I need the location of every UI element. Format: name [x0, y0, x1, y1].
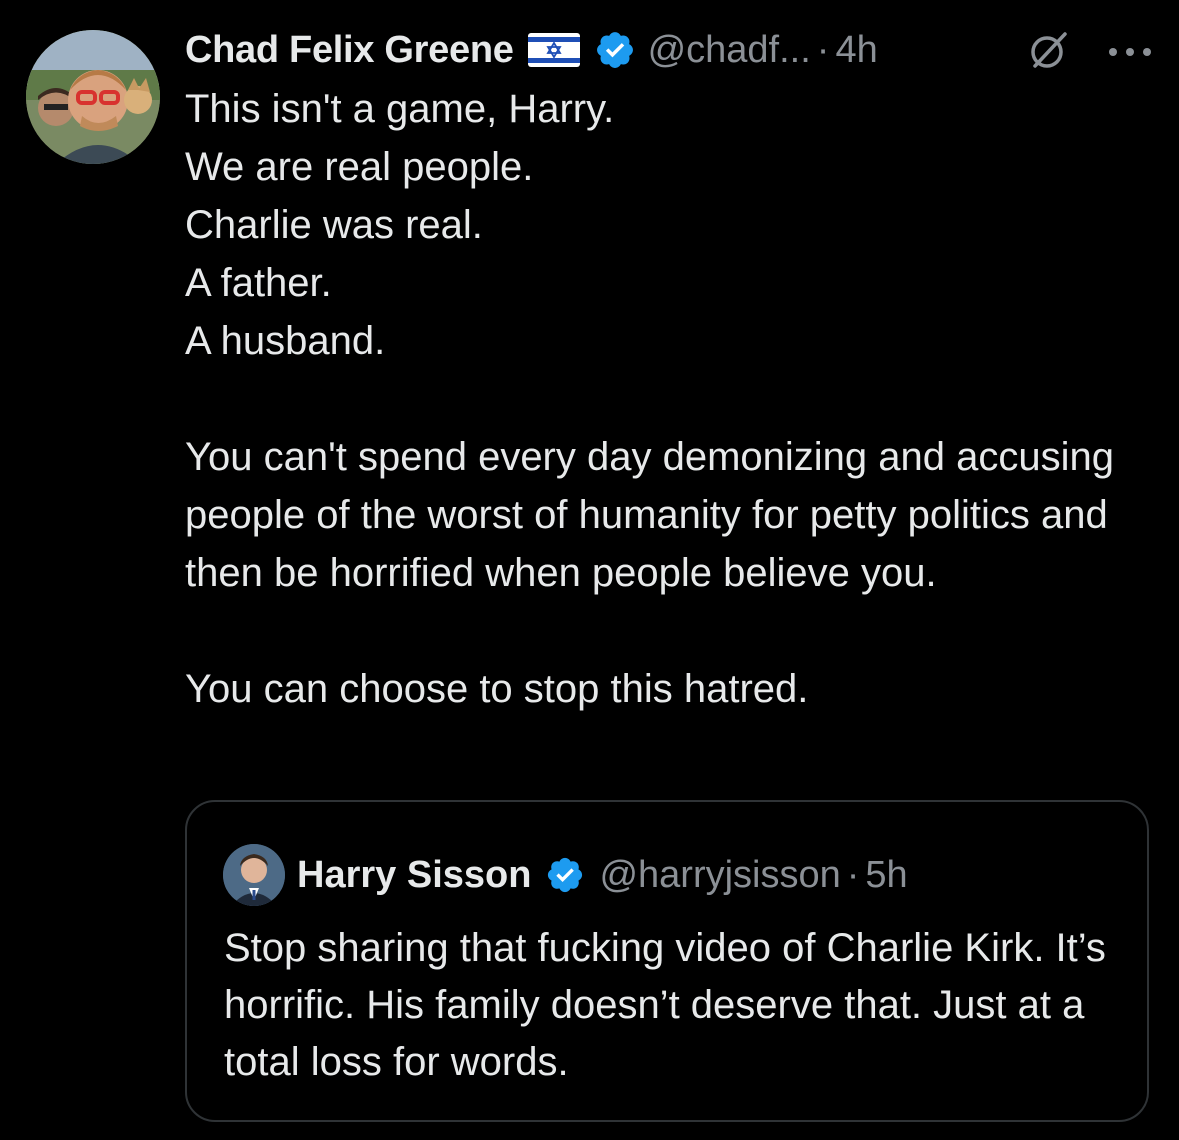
author-handle[interactable]: @chadf...	[648, 29, 811, 72]
tweet-text: This isn't a game, Harry. We are real pe…	[185, 87, 1115, 711]
tweet-header: Chad Felix Greene @chadf... · 4h	[185, 24, 1159, 76]
israel-flag-icon	[527, 33, 580, 67]
verified-badge-icon[interactable]	[594, 29, 636, 71]
tweet-timestamp[interactable]: 4h	[835, 29, 877, 72]
header-separator: ·	[816, 28, 830, 71]
avatar-photo	[26, 30, 160, 164]
verified-badge-icon[interactable]	[545, 855, 585, 895]
author-avatar[interactable]	[26, 30, 160, 164]
quoted-tweet-timestamp[interactable]: 5h	[865, 854, 907, 897]
quoted-header-separator: ·	[846, 853, 860, 896]
author-display-name[interactable]: Chad Felix Greene	[185, 29, 514, 72]
quoted-avatar-photo	[223, 844, 285, 906]
quoted-author-display-name[interactable]: Harry Sisson	[297, 854, 531, 897]
quoted-author-handle[interactable]: @harryjsisson	[599, 854, 840, 897]
quoted-author-avatar[interactable]	[223, 844, 285, 906]
grok-icon[interactable]	[1027, 28, 1071, 72]
tweet[interactable]: Chad Felix Greene @chadf... · 4h This is…	[0, 0, 1179, 1140]
more-options-icon[interactable]	[1103, 28, 1157, 72]
quoted-tweet-text: Stop sharing that fucking video of Charl…	[224, 926, 1118, 1084]
quoted-tweet-header: Harry Sisson @harryjsisson · 5h	[223, 844, 908, 906]
quoted-tweet[interactable]: Harry Sisson @harryjsisson · 5h Stop sha…	[185, 800, 1149, 1122]
